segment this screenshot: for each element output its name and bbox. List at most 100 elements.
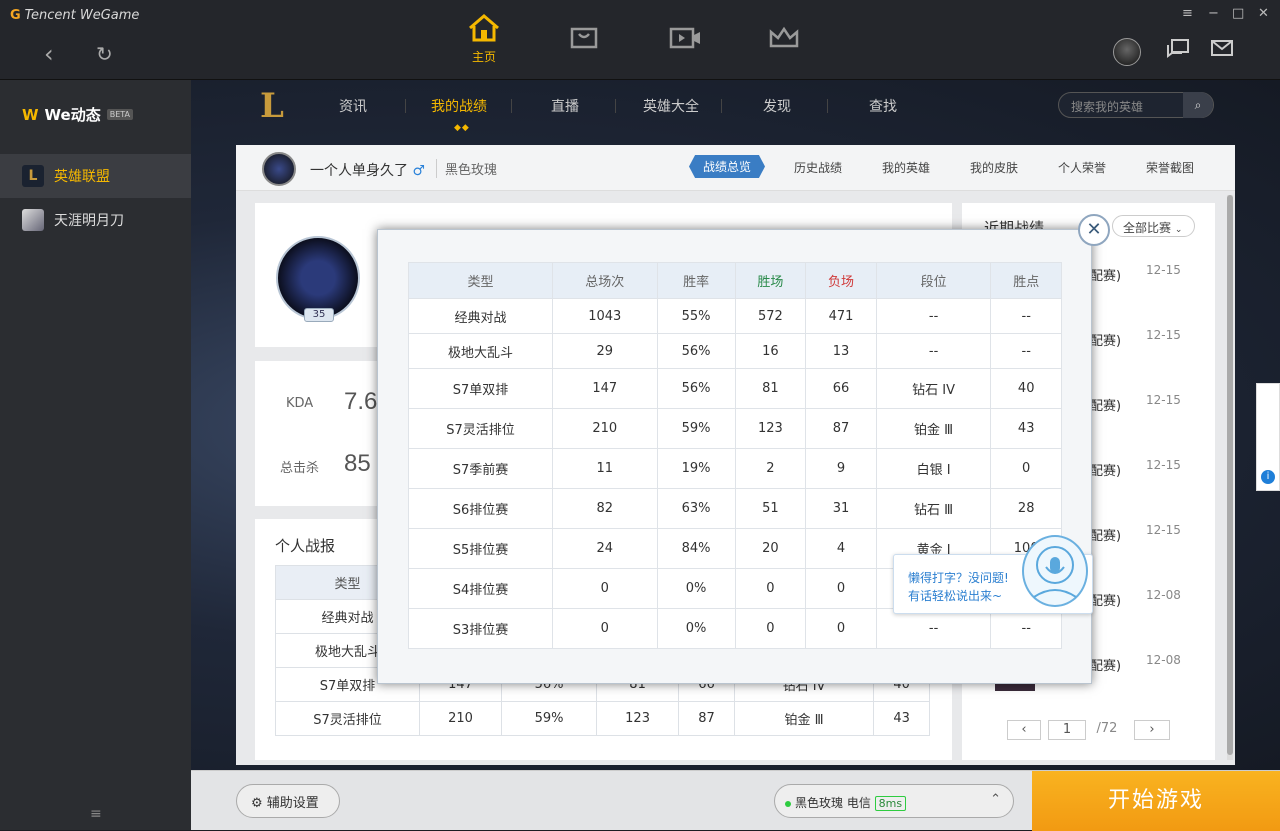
scrollbar[interactable] (1227, 195, 1233, 760)
report-title: 个人战报 (275, 537, 336, 555)
lolnav-discover[interactable]: 发现 (763, 96, 791, 116)
lolnav-live[interactable]: 直播 (551, 96, 579, 116)
modal-cell: 钻石 IV (875, 368, 992, 409)
recent-item-mode[interactable]: 配赛) (1090, 460, 1121, 479)
tab-my-heroes[interactable]: 我的英雄 (882, 159, 930, 176)
user-avatar[interactable] (1113, 38, 1141, 66)
recent-item-date: 12-15 (1146, 263, 1181, 277)
modal-cell: 123 (734, 408, 807, 449)
divider (511, 99, 512, 113)
minimize-icon[interactable]: − (1208, 6, 1219, 21)
recent-item-mode[interactable]: 配赛) (1090, 330, 1121, 349)
title-bar: G Tencent WeGame ‹ ↻ 主页 ≡ − □ ✕ (0, 0, 1280, 80)
recent-item-mode[interactable]: 配赛) (1090, 395, 1121, 414)
modal-cell: 40 (990, 368, 1062, 409)
modal-close-button[interactable]: ✕ (1078, 214, 1110, 246)
modal-cell: -- (875, 333, 992, 369)
info-icon[interactable]: i (1261, 470, 1275, 484)
hero-search-input[interactable]: 搜索我的英雄 ⌕ (1058, 92, 1214, 118)
mail-icon[interactable] (1210, 38, 1234, 62)
modal-cell: 铂金 Ⅲ (875, 408, 992, 449)
mic-mascot-icon (1022, 535, 1088, 607)
modal-cell: S7单双排 (408, 368, 553, 409)
modal-cell: 1043 (552, 298, 658, 334)
modal-cell: 11 (552, 448, 658, 489)
modal-header: 总场次 (552, 262, 658, 299)
tab-my-skins[interactable]: 我的皮肤 (970, 159, 1018, 176)
modal-cell: 87 (805, 408, 877, 449)
assist-label: 辅助设置 (266, 796, 319, 811)
video-icon[interactable] (656, 26, 716, 86)
page-input[interactable]: 1 (1048, 720, 1086, 740)
divider (405, 99, 406, 113)
chevron-up-icon: ⌃ (990, 792, 1001, 807)
recent-item-mode[interactable]: 配赛) (1090, 590, 1121, 609)
recent-item-mode[interactable]: 配赛) (1090, 265, 1121, 284)
modal-cell: 210 (552, 408, 658, 449)
lolnav-my-record[interactable]: 我的战绩 (431, 96, 487, 116)
server-select[interactable]: 黑色玫瑰 电信 8ms ⌃ (774, 784, 1014, 818)
recent-item-mode[interactable]: 配赛) (1090, 655, 1121, 674)
profile-server: 黑色玫瑰 (436, 159, 497, 178)
close-icon[interactable]: ✕ (1258, 6, 1269, 21)
refresh-icon[interactable]: ↻ (96, 42, 113, 66)
modal-cell: 471 (805, 298, 877, 334)
prev-page-button[interactable]: ‹ (1007, 720, 1041, 740)
nav-home[interactable]: 主页 (454, 12, 514, 72)
back-icon[interactable]: ‹ (44, 40, 54, 68)
modal-header: 段位 (875, 262, 992, 299)
we-dynamics[interactable]: W We动态 BETA (22, 104, 134, 125)
profile-avatar (262, 152, 296, 186)
scrollbar-thumb[interactable] (1227, 195, 1233, 755)
match-filter-select[interactable]: 全部比赛 ⌄ (1112, 215, 1195, 237)
lolnav-news[interactable]: 资讯 (339, 96, 367, 116)
profile-bar: 一个人单身久了 ♂ 黑色玫瑰 战绩总览 历史战绩 我的英雄 我的皮肤 个人荣誉 … (236, 145, 1235, 191)
modal-cell: 43 (990, 408, 1062, 449)
crown-icon[interactable] (754, 26, 814, 86)
modal-cell: 55% (656, 298, 736, 334)
sidebar-item-lol[interactable]: L 英雄联盟 (0, 154, 191, 198)
tab-history[interactable]: 历史战绩 (794, 159, 842, 176)
wegame-icon: G (10, 8, 21, 23)
modal-cell: 16 (734, 333, 807, 369)
recent-item-date: 12-08 (1146, 653, 1181, 667)
tab-honor[interactable]: 个人荣誉 (1058, 159, 1106, 176)
report-cell: 210 (418, 701, 503, 736)
modal-cell: 82 (552, 488, 658, 529)
modal-cell: 81 (734, 368, 807, 409)
assist-settings-button[interactable]: ⚙ 辅助设置 (236, 784, 340, 818)
next-page-button[interactable]: › (1134, 720, 1170, 740)
tab-honor-screenshots[interactable]: 荣誉截图 (1146, 159, 1194, 176)
start-game-button[interactable]: 开始游戏 (1032, 771, 1280, 831)
modal-cell: -- (875, 608, 992, 649)
modal-cell: 84% (656, 528, 736, 569)
sidebar-item-tianya[interactable]: 天涯明月刀 (0, 198, 191, 242)
chat-icon[interactable] (1166, 38, 1190, 64)
lolnav-heroes[interactable]: 英雄大全 (643, 96, 699, 116)
modal-cell: 19% (656, 448, 736, 489)
page-total: /72 (1096, 721, 1118, 736)
modal-cell: 0 (552, 568, 658, 609)
menu-icon[interactable]: ≡ (1182, 6, 1193, 21)
recent-item-mode[interactable]: 配赛) (1090, 525, 1121, 544)
maximize-icon[interactable]: □ (1232, 6, 1244, 21)
active-indicator: ◆◆ (454, 123, 470, 133)
lolnav-search[interactable]: 查找 (869, 96, 897, 116)
voice-helper-bubble[interactable]: 懒得打字？没问题! 有话轻松说出来~ (893, 535, 1093, 614)
modal-cell: S7灵活排位 (408, 408, 553, 449)
tab-overview[interactable]: 战绩总览 (689, 155, 766, 178)
report-cell: 铂金 Ⅲ (733, 701, 875, 736)
store-icon[interactable] (554, 26, 614, 86)
helper-line2: 有话轻松说出来~ (908, 589, 1003, 603)
bottom-bar: ⚙ 辅助设置 黑色玫瑰 电信 8ms ⌃ 开始游戏 (191, 770, 1280, 831)
modal-cell: 28 (990, 488, 1062, 529)
divider (721, 99, 722, 113)
report-cell: 87 (678, 701, 735, 736)
sidebar-menu-icon[interactable]: ≡ (90, 806, 102, 822)
stats-modal: 类型 总场次 胜率 胜场 负场 段位 胜点 经典对战 1043 55% 572 471-… (377, 229, 1092, 684)
modal-cell: 0% (656, 608, 736, 649)
modal-cell: 51 (734, 488, 807, 529)
lol-icon: L (22, 165, 44, 187)
level-badge: 35 (304, 308, 334, 322)
search-icon[interactable]: ⌕ (1183, 92, 1213, 118)
